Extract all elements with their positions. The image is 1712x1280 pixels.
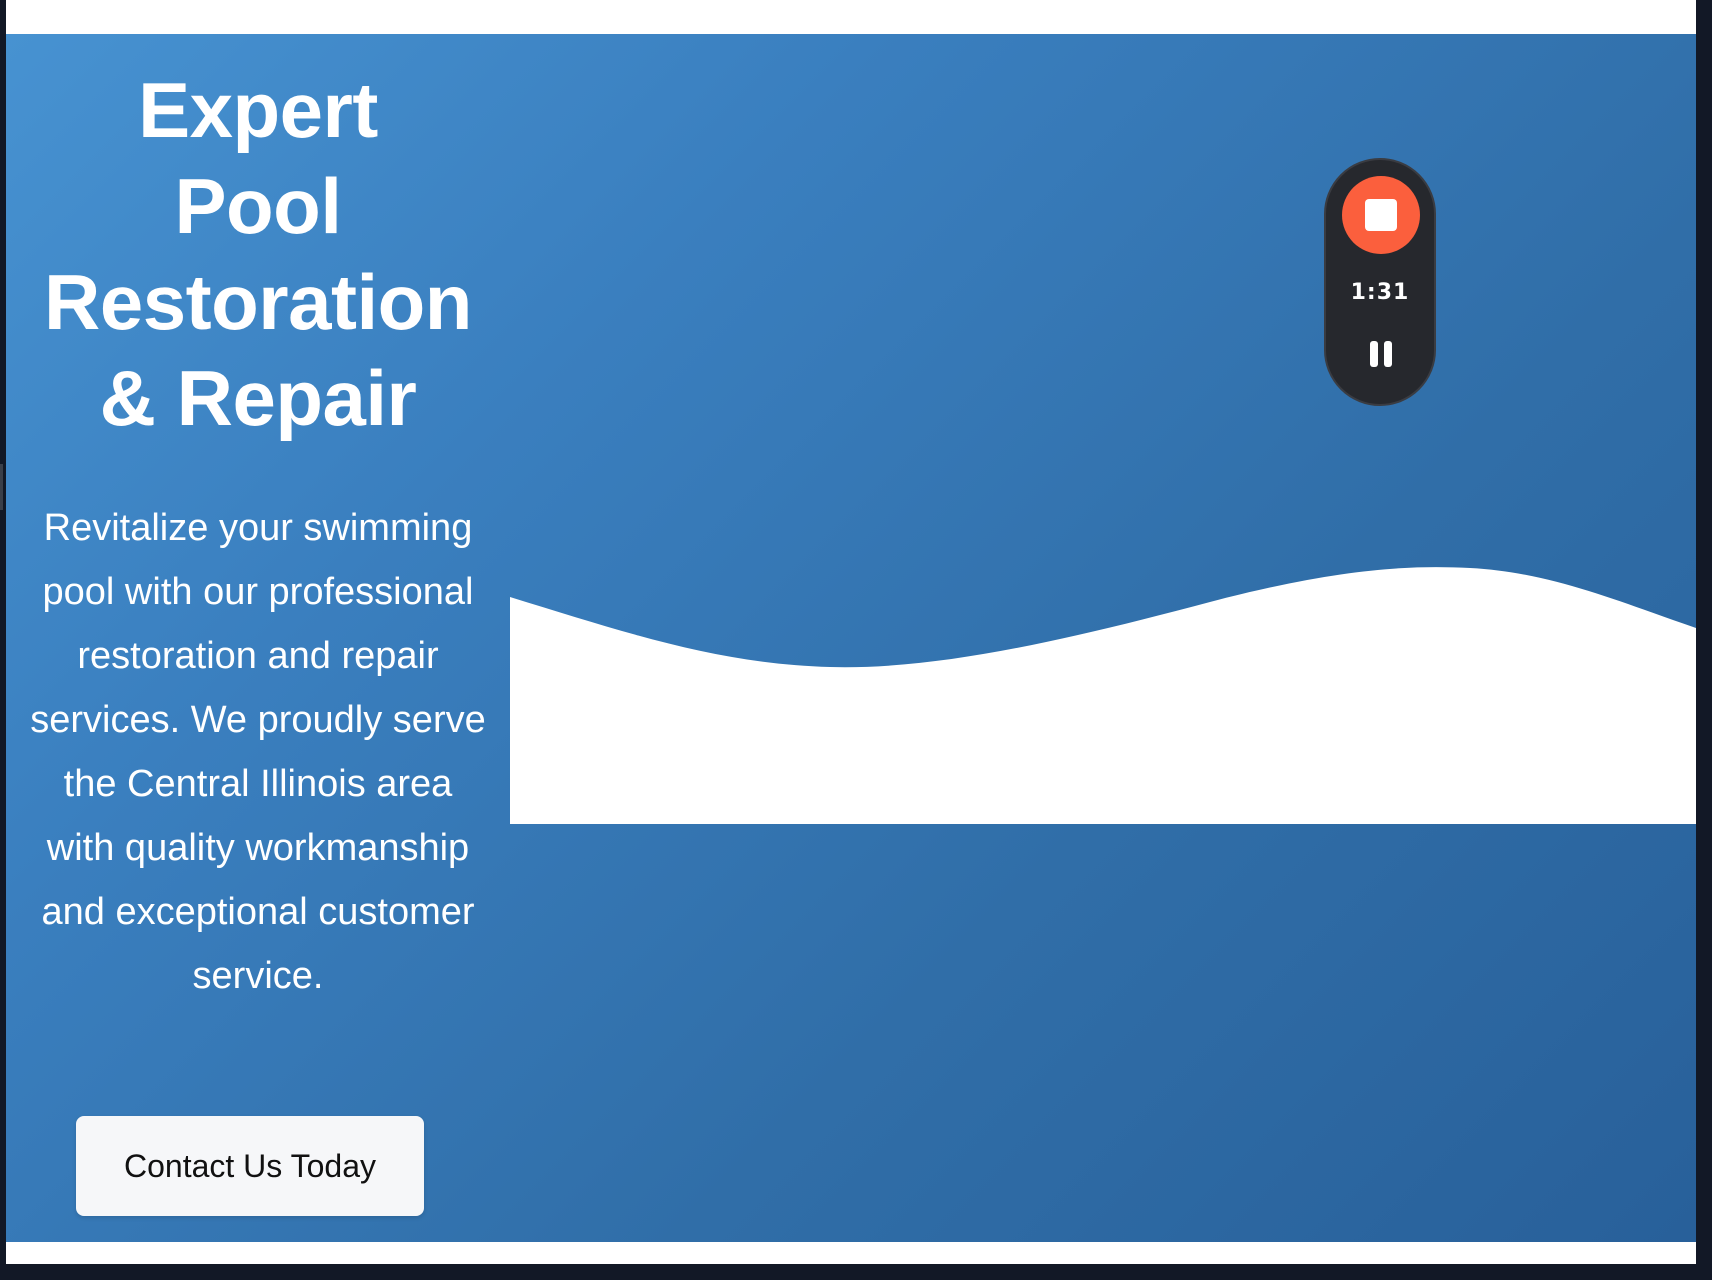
pause-icon-bar (1384, 341, 1392, 367)
pause-icon (1370, 341, 1378, 367)
stop-icon (1365, 199, 1397, 231)
pause-recording-button[interactable] (1355, 328, 1405, 378)
stop-recording-button[interactable] (1342, 176, 1420, 254)
hero-headline: Expert Pool Restoration & Repair (6, 62, 510, 446)
hero-text-column: Expert Pool Restoration & Repair Revital… (6, 34, 510, 1242)
recording-widget: 1:31 (1324, 158, 1436, 406)
headline-line: Restoration (44, 258, 472, 346)
hero-description: Revitalize your swimming pool with our p… (30, 507, 486, 997)
contact-us-button[interactable]: Contact Us Today (76, 1116, 424, 1216)
wave-shape (510, 567, 1696, 824)
headline-line: Pool (174, 162, 343, 250)
headline-line: & Repair (99, 354, 417, 442)
recording-timer: 1:31 (1350, 280, 1410, 305)
window-edge-handle (0, 464, 3, 510)
page-viewport: Expert Pool Restoration & Repair Revital… (6, 0, 1696, 1264)
hero-section: Expert Pool Restoration & Repair Revital… (6, 34, 1696, 1242)
wave-graphic (510, 524, 1696, 824)
headline-line: Expert (138, 66, 378, 154)
